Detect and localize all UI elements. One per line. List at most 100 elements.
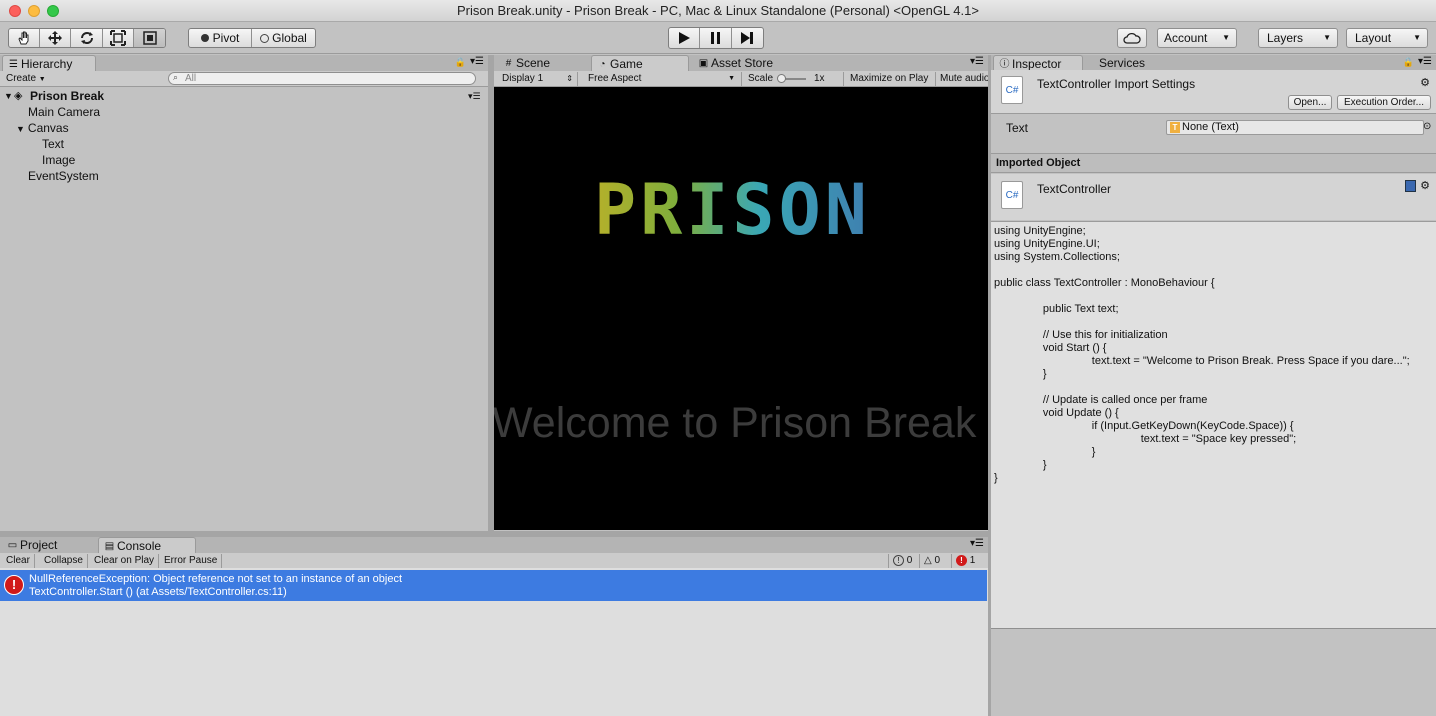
window-title: Prison Break.unity - Prison Break - PC, … [457, 3, 979, 18]
gear-icon[interactable]: ⚙ [1420, 76, 1430, 89]
csharp-script-icon: C# [1001, 181, 1023, 209]
error-pause-button[interactable]: Error Pause [160, 554, 223, 568]
code-line: using UnityEngine.UI; [994, 238, 1100, 250]
expand-arrow-icon[interactable]: ▼ [16, 124, 25, 134]
minimize-window-button[interactable] [28, 5, 40, 17]
code-line: } [994, 472, 998, 484]
panel-menu-icon[interactable]: ▾☰ [970, 56, 984, 67]
panel-menu-icon[interactable]: ▾☰ [470, 56, 484, 67]
slider-thumb[interactable] [777, 74, 786, 83]
inspector-header: C# TextController Import Settings ⚙ Open… [991, 70, 1436, 114]
game-viewport[interactable]: PRISON Welcome to Prison Break [494, 87, 988, 530]
pivot-button[interactable]: Pivot [189, 29, 253, 47]
tab-console[interactable]: ▤ Console [98, 537, 196, 554]
hierarchy-item-main-camera[interactable]: Main Camera [28, 104, 100, 120]
layers-dropdown[interactable]: Layers ▼ [1258, 28, 1338, 48]
lock-icon[interactable]: 🔒 [1403, 57, 1414, 68]
log-filter-toggle[interactable]: ! 0 [888, 554, 920, 568]
code-line: } [994, 368, 1047, 380]
tab-asset-store[interactable]: ▣ Asset Store [693, 55, 793, 72]
hierarchy-item-text[interactable]: Text [42, 136, 64, 152]
imported-object-header: Imported Object [991, 153, 1436, 173]
execution-order-button[interactable]: Execution Order... [1337, 95, 1431, 110]
game-toolbar: Display 1 ⇕ Free Aspect ▼ Scale 1x Maxim… [494, 71, 988, 87]
panel-menu-icon[interactable]: ▾☰ [970, 538, 984, 549]
scale-tool-icon[interactable] [103, 29, 135, 47]
hierarchy-item-canvas[interactable]: ▼ Canvas [16, 120, 69, 136]
mute-audio-toggle[interactable]: Mute audio [936, 72, 988, 86]
playback-controls [668, 27, 764, 49]
display-dropdown[interactable]: Display 1 ⇕ [498, 72, 578, 86]
transform-tools [8, 28, 166, 48]
main-toolbar: Pivot Global Account ▼ Layers ▼ Layout ▼ [0, 23, 1436, 54]
code-line: } [994, 459, 1047, 471]
tab-game[interactable]: ◔ Game [591, 55, 689, 72]
code-line: } [994, 446, 1096, 458]
expand-arrow-icon[interactable]: ▼ [4, 88, 13, 104]
aspect-dropdown[interactable]: Free Aspect ▼ [584, 72, 742, 86]
grid-icon: # [505, 58, 512, 69]
rotate-tool-icon[interactable] [71, 29, 103, 47]
hierarchy-search-input[interactable]: ⌕ All [168, 72, 476, 85]
step-icon [741, 32, 754, 44]
collapse-button[interactable]: Collapse [40, 554, 88, 568]
pacman-icon: ◔ [599, 59, 606, 70]
dropdown-arrow-icon: ▼ [1222, 33, 1230, 42]
updown-arrow-icon: ⇕ [566, 74, 573, 83]
unity-scene-icon: ◈ [14, 90, 23, 102]
text-object-field[interactable]: T None (Text) [1166, 120, 1424, 135]
list-icon: ☰ [9, 59, 18, 70]
error-filter-toggle[interactable]: ! 1 [952, 554, 984, 568]
error-stacktrace: TextController.Start () (at Assets/TextC… [29, 586, 287, 598]
clear-button[interactable]: Clear [2, 554, 35, 568]
create-dropdown[interactable]: Create ▼ [2, 72, 50, 86]
dropdown-arrow-icon: ▼ [1323, 33, 1331, 42]
move-tool-icon[interactable] [40, 29, 72, 47]
error-icon: ! [956, 555, 967, 566]
hand-tool-icon[interactable] [9, 29, 40, 47]
tab-hierarchy[interactable]: ☰ Hierarchy [2, 55, 96, 72]
layout-dropdown[interactable]: Layout ▼ [1346, 28, 1428, 48]
clear-on-play-button[interactable]: Clear on Play [90, 554, 160, 568]
object-picker-icon[interactable]: ⊙ [1423, 121, 1431, 132]
hierarchy-item-image[interactable]: Image [42, 152, 75, 168]
global-button[interactable]: Global [252, 29, 315, 47]
account-dropdown[interactable]: Account ▼ [1157, 28, 1237, 48]
close-window-button[interactable] [9, 5, 21, 17]
hierarchy-item-eventsystem[interactable]: EventSystem [28, 168, 99, 184]
scale-slider[interactable]: Scale 1x [744, 72, 844, 86]
warning-triangle-icon: △ [924, 555, 932, 566]
pause-button[interactable] [700, 28, 732, 48]
gear-icon[interactable]: ⚙ [1420, 179, 1430, 192]
maximize-on-play-toggle[interactable]: Maximize on Play [846, 72, 936, 86]
open-button[interactable]: Open... [1288, 95, 1332, 110]
center-tab-bar: # Scene ◔ Game ▣ Asset Store ▾☰ [494, 55, 988, 72]
pivot-global-toggle: Pivot Global [188, 28, 316, 48]
console-toolbar: Clear Collapse Clear on Play Error Pause… [0, 553, 988, 569]
scene-row[interactable]: ▼ ◈ Prison Break ▾☰ [0, 88, 488, 104]
panel-menu-icon[interactable]: ▾☰ [1418, 56, 1432, 67]
game-welcome-text: Welcome to Prison Break [494, 399, 977, 447]
tab-scene[interactable]: # Scene [498, 55, 588, 72]
rect-tool-icon[interactable] [134, 29, 165, 47]
code-line: public class TextController : MonoBehavi… [994, 277, 1215, 289]
book-help-icon[interactable] [1405, 180, 1416, 192]
scene-menu-icon[interactable]: ▾☰ [468, 88, 481, 104]
cloud-button[interactable] [1117, 28, 1147, 48]
pause-icon [710, 32, 720, 44]
play-button[interactable] [669, 28, 701, 48]
zoom-window-button[interactable] [47, 5, 59, 17]
code-line: // Use this for initialization [994, 329, 1168, 341]
code-line: using UnityEngine; [994, 225, 1086, 237]
code-line: text.text = "Welcome to Prison Break. Pr… [994, 355, 1410, 367]
lock-icon[interactable]: 🔒 [455, 57, 466, 68]
store-bag-icon: ▣ [698, 58, 709, 69]
tab-project[interactable]: ▭ Project [2, 537, 92, 554]
text-component-icon: T [1170, 122, 1180, 133]
console-error-entry[interactable]: ! NullReferenceException: Object referen… [0, 570, 987, 601]
warning-filter-toggle[interactable]: △ 0 [920, 554, 952, 568]
text-field-label: Text [1006, 121, 1029, 135]
step-button[interactable] [732, 28, 763, 48]
